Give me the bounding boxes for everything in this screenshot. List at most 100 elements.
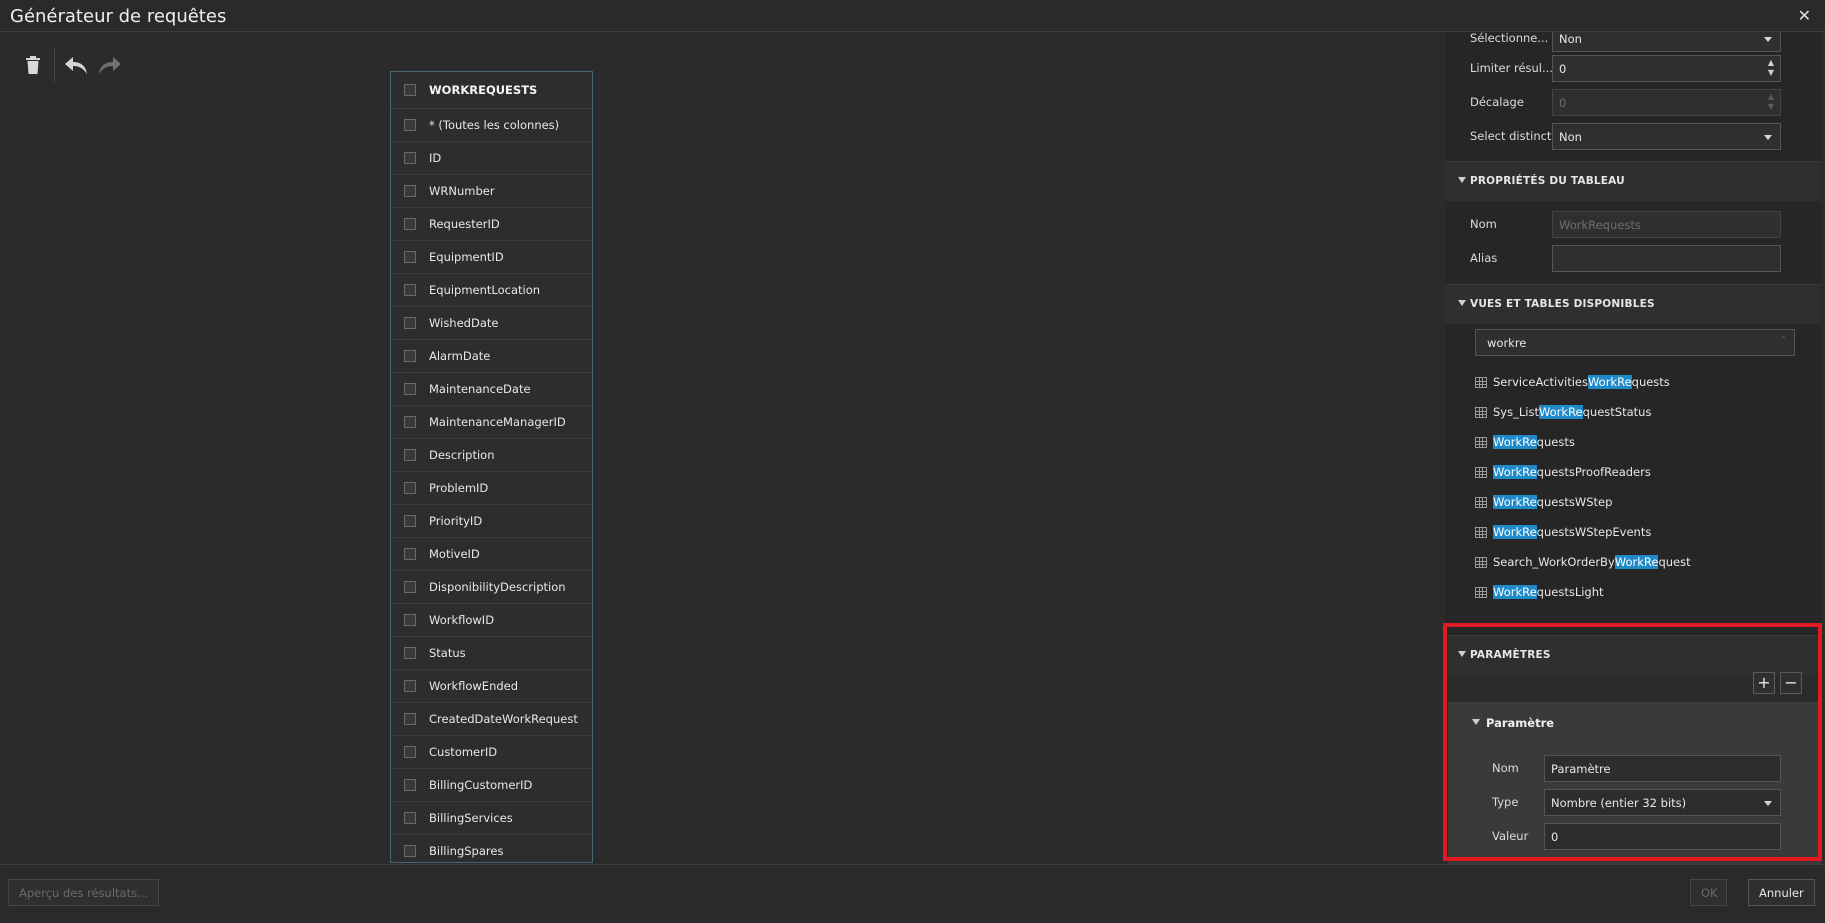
alias-label: Alias [1470,251,1498,265]
undo-button[interactable] [59,50,93,80]
select-dropdown[interactable]: Non [1552,32,1781,52]
distinct-dropdown[interactable]: Non [1552,123,1781,150]
delete-button[interactable] [16,50,50,80]
search-match-highlight: WorkRe [1493,435,1537,449]
column-checkbox[interactable] [404,185,416,197]
cancel-button[interactable]: Annuler [1748,879,1815,906]
column-checkbox[interactable] [404,812,416,824]
column-row[interactable]: DisponibilityDescription [391,571,592,604]
list-item[interactable]: ServiceActivities WorkRe quests [1475,367,1805,397]
column-list: * (Toutes les colonnes) ID WRNumber Request… [391,109,592,862]
column-checkbox[interactable] [404,482,416,494]
column-checkbox[interactable] [404,251,416,263]
column-name: Status [429,646,466,660]
column-row[interactable]: Description [391,439,592,472]
column-row[interactable]: CreatedDateWorkRequest [391,703,592,736]
table-card-workrequests[interactable]: WORKREQUESTS * (Toutes les colonnes) ID WR… [390,71,593,863]
column-checkbox[interactable] [404,548,416,560]
table-grid-icon [1475,556,1487,568]
column-checkbox[interactable] [404,713,416,725]
limit-input[interactable]: 0 ▲ ▼ [1552,55,1781,82]
column-checkbox[interactable] [404,449,416,461]
list-item[interactable]: Sys_List WorkRe questStatus [1475,397,1805,427]
remove-parameter-button[interactable]: − [1780,672,1802,694]
column-row[interactable]: BillingServices [391,802,592,835]
column-row[interactable]: AlarmDate [391,340,592,373]
spinner-icon: ▲ ▼ [1767,92,1774,111]
search-match-highlight: WorkRe [1614,555,1659,569]
redo-button[interactable] [93,50,127,80]
param-row-value: Valeur 0 [1448,820,1821,854]
column-name: Description [429,448,495,462]
column-row[interactable]: RequesterID [391,208,592,241]
column-row[interactable]: MaintenanceDate [391,373,592,406]
column-checkbox[interactable] [404,152,416,164]
list-item[interactable]: WorkRe quests [1475,427,1805,457]
clear-icon[interactable]: ˄ [1781,336,1786,347]
column-row[interactable]: MaintenanceManagerID [391,406,592,439]
column-row[interactable]: EquipmentID [391,241,592,274]
column-row[interactable]: CustomerID [391,736,592,769]
parameter-item-header[interactable]: Paramètre [1448,702,1821,742]
column-row[interactable]: WorkflowID [391,604,592,637]
param-value-value: 0 [1551,830,1559,844]
column-checkbox[interactable] [404,350,416,362]
table-name-part: questsProofReaders [1536,465,1651,479]
column-checkbox[interactable] [404,746,416,758]
offset-input: 0 ▲ ▼ [1552,89,1781,116]
add-parameter-button[interactable]: + [1753,672,1775,694]
collapse-triangle-icon [1458,177,1466,183]
column-checkbox[interactable] [404,515,416,527]
column-checkbox[interactable] [404,647,416,659]
column-checkbox[interactable] [404,416,416,428]
column-row[interactable]: Status [391,637,592,670]
column-row[interactable]: * (Toutes les colonnes) [391,109,592,142]
column-row[interactable]: WishedDate [391,307,592,340]
column-checkbox[interactable] [404,119,416,131]
column-checkbox[interactable] [404,581,416,593]
query-builder-window: Générateur de requêtes ✕ WORKREQUESTS * … [0,0,1825,923]
column-checkbox[interactable] [404,317,416,329]
window-title: Générateur de requêtes [10,6,227,27]
column-row[interactable]: BillingSpares [391,835,592,862]
column-row[interactable]: BillingCustomerID [391,769,592,802]
column-row[interactable]: EquipmentLocation [391,274,592,307]
select-all-checkbox[interactable] [404,84,416,96]
search-input[interactable]: workre ˄ [1475,329,1795,356]
table-grid-icon [1475,466,1487,478]
close-icon[interactable]: ✕ [1798,6,1811,25]
spinner-icon[interactable]: ▲ ▼ [1768,58,1774,78]
column-row[interactable]: PriorityID [391,505,592,538]
column-checkbox[interactable] [404,680,416,692]
list-item[interactable]: Search_WorkOrderBy WorkRe quest [1475,547,1805,577]
search-value: workre [1487,336,1527,350]
list-item[interactable]: WorkRe questsWStep [1475,487,1805,517]
column-checkbox[interactable] [404,284,416,296]
alias-input[interactable] [1552,245,1781,272]
column-name: EquipmentLocation [429,283,541,297]
column-row[interactable]: WorkflowEnded [391,670,592,703]
column-checkbox[interactable] [404,845,416,857]
column-row[interactable]: ProblemID [391,472,592,505]
list-item[interactable]: WorkRe questsWStepEvents [1475,517,1805,547]
section-header-parameters[interactable]: PARAMÈTRES [1445,635,1821,675]
column-row[interactable]: WRNumber [391,175,592,208]
param-type-dropdown[interactable]: Nombre (entier 32 bits) [1544,789,1781,816]
column-row[interactable]: MotiveID [391,538,592,571]
available-tables-list: ServiceActivities WorkRe quests Sys_List Wor… [1475,367,1805,607]
section-header-table-props[interactable]: PROPRIÉTÉS DU TABLEAU [1445,161,1821,201]
column-checkbox[interactable] [404,779,416,791]
param-value-input[interactable]: 0 [1544,823,1781,850]
prop-row-limit: Limiter résul... 0 ▲ ▼ [1445,52,1821,86]
param-name-input[interactable]: Paramètre [1544,755,1781,782]
list-item[interactable]: WorkRe questsProofReaders [1475,457,1805,487]
search-match-highlight: WorkRe [1493,585,1537,599]
column-checkbox[interactable] [404,614,416,626]
column-checkbox[interactable] [404,383,416,395]
list-item[interactable]: WorkRe questsLight [1475,577,1805,607]
section-header-available[interactable]: VUES ET TABLES DISPONIBLES [1445,284,1821,324]
table-name-part: Sys_List [1493,405,1539,419]
column-row[interactable]: ID [391,142,592,175]
column-checkbox[interactable] [404,218,416,230]
column-name: BillingSpares [429,844,504,858]
